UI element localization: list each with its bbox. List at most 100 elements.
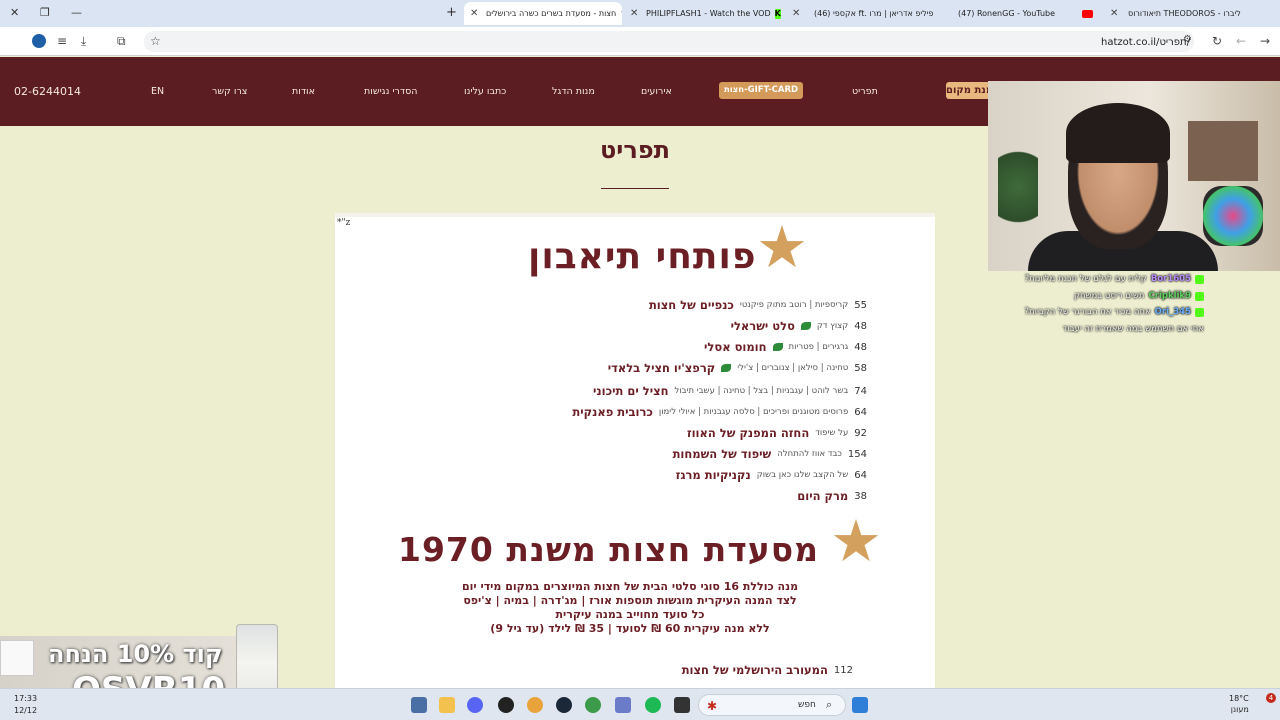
nav-events[interactable]: אירועים	[641, 86, 672, 97]
new-tab-icon[interactable]: +	[446, 5, 457, 20]
promo-discount-text: קוד 10% הנחה	[48, 640, 223, 668]
dish-price: 48	[854, 341, 867, 353]
nav-contact[interactable]: צרו קשר	[212, 86, 247, 97]
star-decoration-icon: ★	[756, 213, 808, 281]
discord-icon[interactable]	[467, 697, 483, 713]
url-field[interactable]	[144, 31, 1194, 52]
notification-badge[interactable]: 4	[1266, 693, 1276, 703]
dish-name: מרק היום	[797, 489, 849, 503]
lang-switch-en[interactable]: EN	[151, 86, 164, 97]
bookmark-star-icon[interactable]: ☆	[150, 34, 161, 48]
nav-menu[interactable]: תפריט	[852, 86, 878, 97]
close-window-icon[interactable]: ✕	[10, 6, 19, 19]
dish-desc: של הקצב שלנו כאן בשוק	[756, 470, 849, 480]
nav-press[interactable]: כתבו עלינו	[464, 86, 506, 97]
tab-theodoros[interactable]: ✕ תיאודורוס THEODOROS - ליברו	[1106, 2, 1280, 25]
nav-accessibility[interactable]: הסדרי נגישות	[364, 86, 417, 97]
dish-price: 64	[854, 469, 867, 481]
taskbar-weather[interactable]: 18°C מעונן	[1229, 693, 1249, 715]
dish-price: 92	[854, 427, 867, 439]
taskbar-search[interactable]	[698, 694, 846, 716]
start-windows-icon[interactable]	[852, 697, 868, 713]
chat-text: אחי אם תשתמש במה שאמרת זה יעבוד	[1062, 324, 1204, 334]
webcam-shelf	[1188, 121, 1258, 181]
url-text[interactable]: hatzot.co.il/תפריט/	[1101, 37, 1190, 48]
dish-desc: בשר לוהט | עגבניות | בצל | טחינה | עשבי …	[674, 386, 849, 396]
tab-label: (47) RonenGG - YouTube	[958, 9, 1056, 18]
tab-axepi[interactable]: ✕ (46) אקספי ft. פיליפ אדריאן | מרו	[788, 2, 944, 25]
app-icon[interactable]	[527, 697, 543, 713]
gift-card-button[interactable]: חצות-GIFT-CARD	[719, 82, 803, 99]
youtube-icon	[1082, 9, 1093, 18]
z-mark: *"z	[337, 218, 351, 228]
dish-name: החזה המפנק של האווז	[686, 426, 810, 440]
tune-icon[interactable]: ≡	[57, 34, 67, 48]
nav-about[interactable]: אודות	[292, 86, 315, 97]
download-icon[interactable]: ⤓	[81, 34, 86, 49]
address-bar-row: → ← ↻ ⚙ hatzot.co.il/תפריט/ ☆ ⧉ ⤓ ≡	[0, 27, 1280, 56]
dish-price: 64	[854, 406, 867, 418]
nav-signature-dishes[interactable]: מנות הדגל	[552, 86, 595, 97]
dish-row: כנפיים של חצות קריספיות | רוטב מתוק פיקנ…	[649, 297, 867, 313]
chat-message: Bor1605 קלית עם לגלם של תכנת מליונות?	[1025, 274, 1204, 284]
webcam-person-hair	[1066, 103, 1170, 163]
dish-name: חציל ים תיכוני	[593, 384, 669, 398]
tab-hatzot[interactable]: ✕ חצות - מסעדת בשרים כשרה בירושלים ★	[464, 2, 622, 25]
close-icon[interactable]: ✕	[470, 8, 478, 19]
chat-message: אחי אם תשתמש במה שאמרת זה יעבוד	[1063, 324, 1204, 334]
dish-row: כרובית פאנקית פרוסים מטוגנים ופריכים | ס…	[572, 404, 867, 420]
recaptcha-badge[interactable]	[0, 640, 34, 676]
tab-label: PHILIPFLASH1 - Watch the VOD	[646, 9, 771, 18]
taskbar-search-label: חפש	[798, 700, 816, 710]
back-icon[interactable]: →	[1260, 34, 1270, 48]
spotify-icon[interactable]	[645, 697, 661, 713]
title-divider	[601, 188, 669, 189]
dish-row: נקניקיות מרגז של הקצב שלנו כאן בשוק 64	[676, 467, 867, 483]
dish-name: נקניקיות מרגז	[675, 468, 751, 482]
dish-desc: כבד אווז להתחלה	[777, 449, 842, 459]
tab-philipflash[interactable]: ✕ PHILIPFLASH1 - Watch the VOD K	[626, 2, 784, 25]
dish-row: מרק היום 38	[797, 488, 867, 504]
minimize-window-icon[interactable]: —	[71, 6, 82, 19]
chrome-icon[interactable]	[585, 697, 601, 713]
dish-price: 58	[854, 362, 867, 374]
steam-icon[interactable]	[556, 697, 572, 713]
phone-number[interactable]: 02-6244014	[14, 85, 81, 98]
chat-badge-icon	[1195, 274, 1204, 284]
chat-username: Ori_345	[1154, 307, 1191, 317]
section-title-appetizers: פותחי תיאבון	[528, 236, 757, 277]
restore-window-icon[interactable]: ❐	[40, 6, 50, 19]
dish-price: 48	[854, 320, 867, 332]
tab-label: (46) אקספי ft. פיליפ אדריאן | מרו	[814, 9, 934, 18]
close-icon[interactable]: ✕	[792, 8, 800, 19]
clock-time: 17:33	[14, 694, 38, 703]
dish-price: 38	[854, 490, 867, 502]
reserve-button[interactable]: הזמנת מקום	[946, 82, 990, 99]
tab-ronengg[interactable]: (47) RonenGG - YouTube	[944, 2, 1106, 25]
extensions-icon[interactable]: ⧉	[117, 34, 126, 49]
chat-text: קלית עם לגלם של תכנת מליונות?	[1024, 274, 1147, 284]
dish-desc: קצוץ דק	[816, 321, 849, 331]
forward-icon[interactable]: ←	[1236, 34, 1246, 48]
page-title: תפריט	[600, 136, 670, 164]
dish-row: חציל ים תיכוני בשר לוהט | עגבניות | בצל …	[593, 383, 867, 399]
calculator-icon[interactable]	[411, 697, 427, 713]
webcam-gamepad-art	[1203, 186, 1263, 246]
webcam-plant	[998, 151, 1038, 241]
dish-desc: קריספיות | רוטב מתוק פיקנטי	[739, 300, 849, 310]
media-player-icon[interactable]	[498, 697, 514, 713]
profile-icon[interactable]	[32, 34, 46, 48]
weather-desc: מעונן	[1230, 705, 1249, 714]
app-icon[interactable]	[615, 697, 631, 713]
tab-label: חצות - מסעדת בשרים כשרה בירושלים	[486, 9, 617, 18]
close-icon[interactable]: ✕	[1110, 8, 1118, 19]
dish-desc: טחינה | סילאן | צנוברים | צ'ילי	[737, 363, 849, 373]
dish-name: כנפיים של חצות	[648, 298, 734, 312]
terminal-icon[interactable]	[674, 697, 690, 713]
reload-icon[interactable]: ↻	[1212, 34, 1222, 48]
file-explorer-icon[interactable]	[439, 697, 455, 713]
chat-message: Ori_345 אתה מכיר את הבורגר של הקביות?	[1025, 307, 1204, 317]
close-icon[interactable]: ✕	[630, 8, 638, 19]
taskbar-clock[interactable]: 17:33 12/12	[14, 693, 37, 717]
vegan-leaf-icon	[772, 343, 783, 351]
